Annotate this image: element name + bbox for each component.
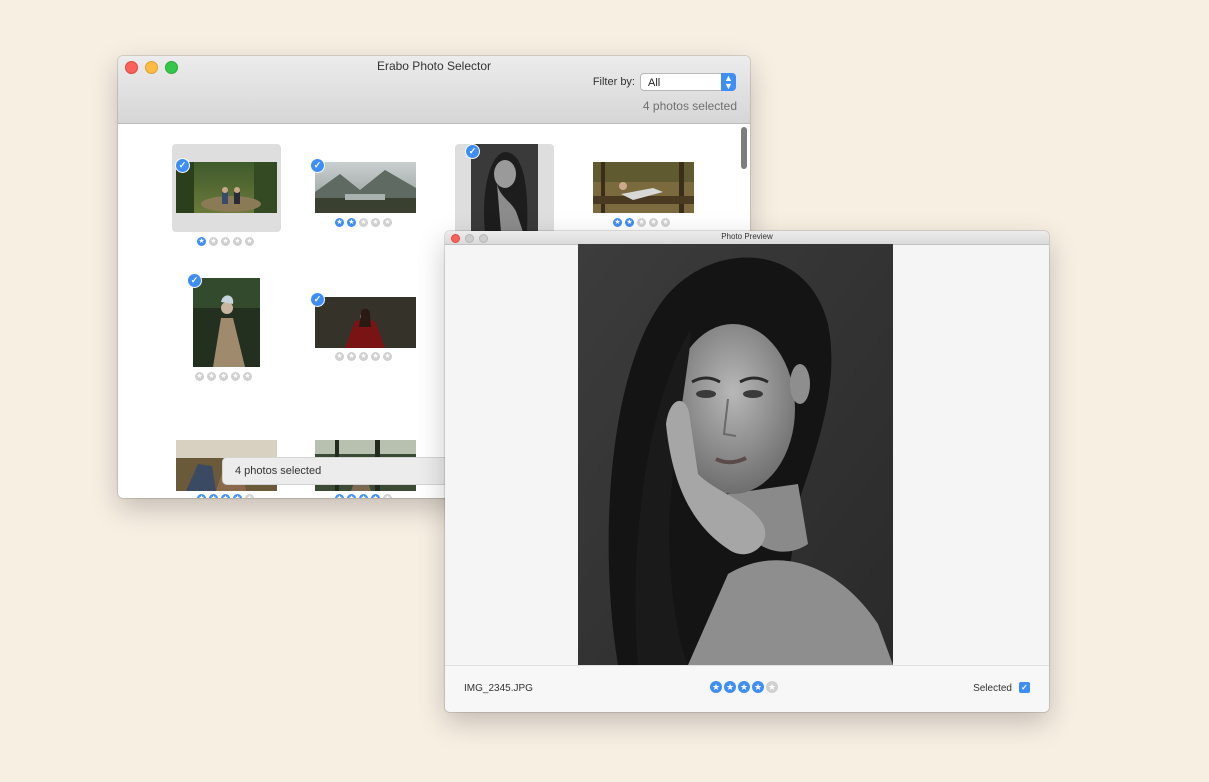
star-icon[interactable]: ★ <box>197 494 206 498</box>
star-icon[interactable]: ★ <box>243 372 252 381</box>
preview-window-title: Photo Preview <box>721 232 773 241</box>
chevron-updown-icon[interactable]: ▲ ▼ <box>721 73 736 91</box>
rating-stars[interactable]: ★ ★ ★ ★ ★ <box>197 494 254 498</box>
star-icon[interactable]: ★ <box>661 218 670 227</box>
preview-title-bar: Photo Preview <box>445 231 1049 245</box>
star-icon[interactable]: ★ <box>347 352 356 361</box>
star-icon[interactable]: ★ <box>752 681 764 693</box>
selection-toast: 4 photos selected <box>222 457 482 485</box>
star-icon[interactable]: ★ <box>383 494 392 498</box>
star-icon[interactable]: ★ <box>233 237 242 246</box>
star-icon[interactable]: ★ <box>219 372 228 381</box>
star-icon[interactable]: ★ <box>231 372 240 381</box>
star-icon[interactable]: ★ <box>347 218 356 227</box>
star-icon[interactable]: ★ <box>221 494 230 498</box>
thumbnail-woman-red-wings[interactable] <box>315 297 416 348</box>
star-icon[interactable]: ★ <box>371 218 380 227</box>
filter-label: Filter by: <box>592 76 635 88</box>
star-icon[interactable]: ★ <box>371 352 380 361</box>
star-icon[interactable]: ★ <box>359 494 368 498</box>
selected-check-icon[interactable]: ✓ <box>310 158 325 173</box>
preview-photo <box>578 244 893 665</box>
selected-check-icon[interactable]: ✓ <box>310 292 325 307</box>
star-icon[interactable]: ★ <box>195 372 204 381</box>
star-icon[interactable]: ★ <box>738 681 750 693</box>
selected-label: Selected <box>973 683 1012 694</box>
thumbnail-bw-portrait[interactable] <box>471 144 538 232</box>
star-icon[interactable]: ★ <box>649 218 658 227</box>
star-icon[interactable]: ★ <box>383 352 392 361</box>
star-icon[interactable]: ★ <box>335 352 344 361</box>
star-icon[interactable]: ★ <box>613 218 622 227</box>
star-icon[interactable]: ★ <box>710 681 722 693</box>
star-icon[interactable]: ★ <box>359 218 368 227</box>
star-icon[interactable]: ★ <box>335 218 344 227</box>
star-icon[interactable]: ★ <box>383 218 392 227</box>
star-icon[interactable]: ★ <box>209 237 218 246</box>
thumbnail-forest-family[interactable] <box>176 162 277 213</box>
star-icon[interactable]: ★ <box>207 372 216 381</box>
star-icon[interactable]: ★ <box>233 494 242 498</box>
star-icon[interactable]: ★ <box>209 494 218 498</box>
filter-select[interactable]: All ▲ ▼ <box>640 73 736 91</box>
selected-count: 4 photos selected <box>642 99 737 113</box>
star-icon[interactable]: ★ <box>766 681 778 693</box>
star-icon[interactable]: ★ <box>221 237 230 246</box>
rating-stars[interactable]: ★ ★ ★ ★ ★ <box>197 237 254 246</box>
rating-stars[interactable]: ★ ★ ★ ★ ★ <box>195 372 252 381</box>
star-icon[interactable]: ★ <box>335 494 344 498</box>
rating-stars[interactable]: ★ ★ ★ ★ ★ <box>335 352 392 361</box>
preview-rating-stars[interactable]: ★ ★ ★ ★ ★ <box>710 681 778 693</box>
window-title: Erabo Photo Selector <box>376 59 492 73</box>
filename: IMG_2345.JPG <box>464 683 533 694</box>
title-bar: Erabo Photo Selector Filter by: All ▲ ▼ 4… <box>118 56 750 124</box>
star-icon[interactable]: ★ <box>724 681 736 693</box>
selected-check-icon[interactable]: ✓ <box>175 158 190 173</box>
thumbnail-woman-on-log[interactable] <box>593 162 694 213</box>
star-icon[interactable]: ★ <box>245 237 254 246</box>
selected-checkbox[interactable]: ✓ <box>1019 682 1030 693</box>
thumbnail-lake-landscape[interactable] <box>315 162 416 213</box>
selected-check-icon[interactable]: ✓ <box>465 144 480 159</box>
star-icon[interactable]: ★ <box>371 494 380 498</box>
preview-window: Photo Preview IMG_2345.JPG ★ ★ ★ ★ ★ Sel… <box>445 231 1049 712</box>
star-icon[interactable]: ★ <box>197 237 206 246</box>
star-icon[interactable]: ★ <box>625 218 634 227</box>
thumbnail-woman-in-dress[interactable] <box>193 278 260 367</box>
filter-value: All <box>648 77 661 89</box>
rating-stars[interactable]: ★ ★ ★ ★ ★ <box>335 494 392 498</box>
rating-stars[interactable]: ★ ★ ★ ★ ★ <box>613 218 670 227</box>
star-icon[interactable]: ★ <box>637 218 646 227</box>
selected-check-icon[interactable]: ✓ <box>187 273 202 288</box>
star-icon[interactable]: ★ <box>245 494 254 498</box>
vertical-scrollbar[interactable] <box>741 127 747 169</box>
rating-stars[interactable]: ★ ★ ★ ★ ★ <box>335 218 392 227</box>
star-icon[interactable]: ★ <box>347 494 356 498</box>
star-icon[interactable]: ★ <box>359 352 368 361</box>
preview-footer: IMG_2345.JPG ★ ★ ★ ★ ★ Selected ✓ <box>445 665 1049 712</box>
